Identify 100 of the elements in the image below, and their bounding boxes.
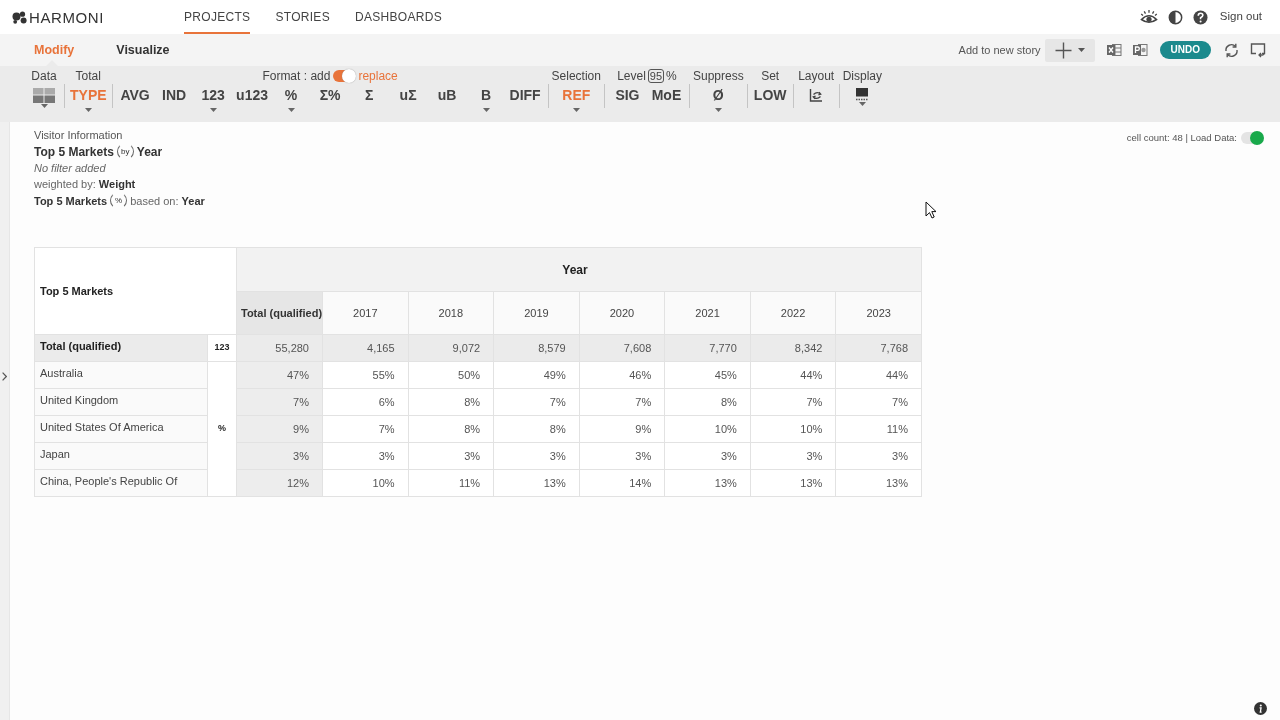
toolbar-button[interactable]: MoE bbox=[649, 85, 684, 105]
mode-tab[interactable]: Visualize bbox=[116, 34, 170, 66]
table-cell: 3% bbox=[408, 442, 494, 470]
caret-icon[interactable] bbox=[714, 107, 722, 112]
toolbar-button[interactable]: 123 bbox=[199, 85, 227, 105]
table-cell: 7% bbox=[835, 388, 922, 416]
column-header: 2021 bbox=[664, 291, 751, 335]
format-toggle[interactable] bbox=[333, 69, 356, 82]
table-cell: 8% bbox=[493, 415, 580, 443]
refresh-icon[interactable] bbox=[1223, 41, 1240, 59]
confidence-field[interactable]: 95 bbox=[647, 68, 665, 83]
caret-icon[interactable] bbox=[572, 107, 580, 112]
group-label: Display bbox=[842, 67, 882, 85]
plus-icon bbox=[1054, 41, 1072, 59]
swap-button[interactable]: by bbox=[116, 143, 134, 160]
weighting-text: weighted by: Weight bbox=[34, 177, 136, 192]
table-cell: 10% bbox=[664, 415, 751, 443]
cell-count-text: cell count: 48 | Load Data: bbox=[1126, 131, 1237, 145]
caret-icon[interactable] bbox=[209, 107, 217, 112]
table-cell: 7% bbox=[236, 388, 323, 416]
panel-icon[interactable] bbox=[856, 88, 869, 101]
swap-button[interactable]: % bbox=[110, 192, 128, 209]
table-cell: 7,608 bbox=[579, 334, 665, 362]
row-header: United States Of America bbox=[34, 415, 208, 443]
group-label: Set bbox=[761, 67, 780, 85]
source-name: Visitor Information bbox=[34, 128, 123, 143]
table-cell: 10% bbox=[750, 415, 836, 443]
chevron-right-icon[interactable] bbox=[2, 372, 7, 381]
table-cell: 7,768 bbox=[835, 334, 922, 362]
table-cell: 9,072 bbox=[408, 334, 494, 362]
table-cell: 3% bbox=[835, 442, 922, 470]
corner-header: Top 5 Markets bbox=[34, 247, 237, 335]
toolbar-button[interactable]: DIFF bbox=[507, 85, 543, 105]
group-label: Data bbox=[31, 67, 57, 85]
toolbar-button[interactable]: uB bbox=[435, 85, 459, 105]
column-header: 2023 bbox=[835, 291, 922, 335]
toolbar-button[interactable]: B bbox=[479, 85, 494, 105]
table-cell: 50% bbox=[408, 361, 494, 389]
table-cell: 49% bbox=[493, 361, 580, 389]
column-header: 2022 bbox=[750, 291, 836, 335]
table-cell: 13% bbox=[664, 469, 751, 497]
caret-icon[interactable] bbox=[84, 107, 92, 112]
row-header: Total (qualified) bbox=[34, 334, 208, 362]
toolbar-button[interactable]: AVG bbox=[118, 85, 152, 105]
toolbar-button[interactable]: % bbox=[282, 85, 300, 105]
columns-variable: Year bbox=[136, 143, 163, 160]
sign-out-link[interactable]: Sign out bbox=[1219, 8, 1262, 26]
toolbar-button[interactable]: u123 bbox=[234, 85, 271, 105]
grid-icon[interactable] bbox=[33, 88, 55, 103]
caret-icon[interactable] bbox=[858, 102, 866, 106]
contrast-icon[interactable] bbox=[1167, 9, 1183, 25]
group-label: Level bbox=[617, 67, 646, 85]
column-header: 2020 bbox=[579, 291, 665, 335]
caret-icon[interactable] bbox=[287, 107, 295, 112]
nav-tab[interactable]: STORIES bbox=[275, 0, 330, 34]
mouse-pointer-icon bbox=[925, 201, 937, 219]
screen-icon[interactable] bbox=[1250, 42, 1266, 58]
toolbar-button[interactable]: LOW bbox=[751, 85, 789, 105]
basis-text: based on: Year bbox=[130, 193, 205, 209]
percent-base-variable: Top 5 Markets bbox=[34, 193, 108, 209]
toolbar-button[interactable]: Σ bbox=[362, 85, 376, 105]
table-cell: 4,165 bbox=[322, 334, 409, 362]
load-data-toggle[interactable] bbox=[1241, 132, 1263, 145]
spreadsheet-icon[interactable] bbox=[1105, 42, 1122, 58]
column-group-header: Year bbox=[236, 247, 922, 292]
toolbar-button[interactable]: Ø bbox=[710, 85, 726, 105]
swap-arrows-icon[interactable] bbox=[809, 88, 824, 102]
caret-icon[interactable] bbox=[482, 107, 490, 112]
column-header: Total (qualified) bbox=[236, 291, 323, 335]
table-cell: 3% bbox=[664, 442, 751, 470]
group-label: Selection bbox=[551, 67, 601, 85]
table-cell: 7,770 bbox=[664, 334, 751, 362]
table-cell: 55% bbox=[322, 361, 409, 389]
toolbar-button[interactable]: Σ% bbox=[317, 85, 343, 105]
group-label: Total bbox=[75, 67, 101, 85]
table-cell: 7% bbox=[750, 388, 836, 416]
toolbar-button[interactable]: uΣ bbox=[397, 85, 419, 105]
toolbar-button[interactable]: SIG bbox=[613, 85, 642, 105]
table-cell: 47% bbox=[236, 361, 323, 389]
help-icon[interactable] bbox=[1192, 9, 1208, 25]
nav-tab[interactable]: DASHBOARDS bbox=[355, 0, 442, 34]
add-story-button[interactable] bbox=[1044, 38, 1095, 62]
table-cell: 8,579 bbox=[493, 334, 580, 362]
table-cell: 8% bbox=[664, 388, 751, 416]
eye-icon[interactable] bbox=[1139, 9, 1158, 25]
table-cell: 7% bbox=[579, 388, 665, 416]
row-header: Australia bbox=[34, 361, 208, 389]
table-cell: 3% bbox=[322, 442, 409, 470]
table-cell: 9% bbox=[579, 415, 665, 443]
caret-icon[interactable] bbox=[40, 104, 48, 108]
info-icon[interactable] bbox=[1254, 702, 1267, 715]
undo-button[interactable]: UNDO bbox=[1159, 41, 1211, 59]
table-cell: 13% bbox=[493, 469, 580, 497]
table-cell: 3% bbox=[236, 442, 323, 470]
column-header: 2019 bbox=[493, 291, 580, 335]
table-cell: 9% bbox=[236, 415, 323, 443]
toolbar-button[interactable]: IND bbox=[160, 85, 189, 105]
presentation-icon[interactable] bbox=[1131, 42, 1148, 58]
table-cell: 12% bbox=[236, 469, 323, 497]
row-header: Japan bbox=[34, 442, 208, 470]
